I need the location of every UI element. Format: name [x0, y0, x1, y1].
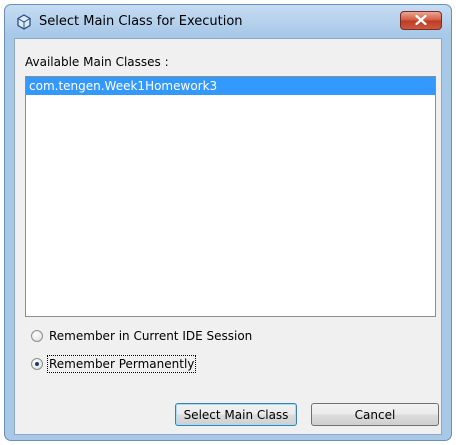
dialog-content: Available Main Classes : com.tengen.Week… [14, 38, 442, 435]
main-class-list[interactable]: com.tengen.Week1Homework3 [25, 76, 436, 317]
close-x-icon [415, 14, 427, 28]
radio-permanent-label: Remember Permanently [46, 355, 197, 373]
cancel-button[interactable]: Cancel [311, 403, 439, 426]
radio-ide-session-label: Remember in Current IDE Session [49, 329, 253, 343]
list-item[interactable]: com.tengen.Week1Homework3 [26, 77, 435, 95]
list-label: Available Main Classes : [25, 55, 169, 69]
hexagon-app-icon [16, 14, 32, 30]
dialog-window: Select Main Class for Execution Availabl… [4, 4, 452, 441]
select-main-class-button[interactable]: Select Main Class [175, 403, 297, 426]
radio-ide-session[interactable] [31, 330, 43, 342]
option-permanent[interactable]: Remember Permanently [31, 355, 197, 373]
option-ide-session[interactable]: Remember in Current IDE Session [31, 329, 252, 343]
radio-permanent[interactable] [31, 358, 43, 370]
title-bar[interactable]: Select Main Class for Execution [5, 5, 451, 38]
close-button[interactable] [400, 11, 442, 30]
dialog-title: Select Main Class for Execution [39, 14, 243, 29]
